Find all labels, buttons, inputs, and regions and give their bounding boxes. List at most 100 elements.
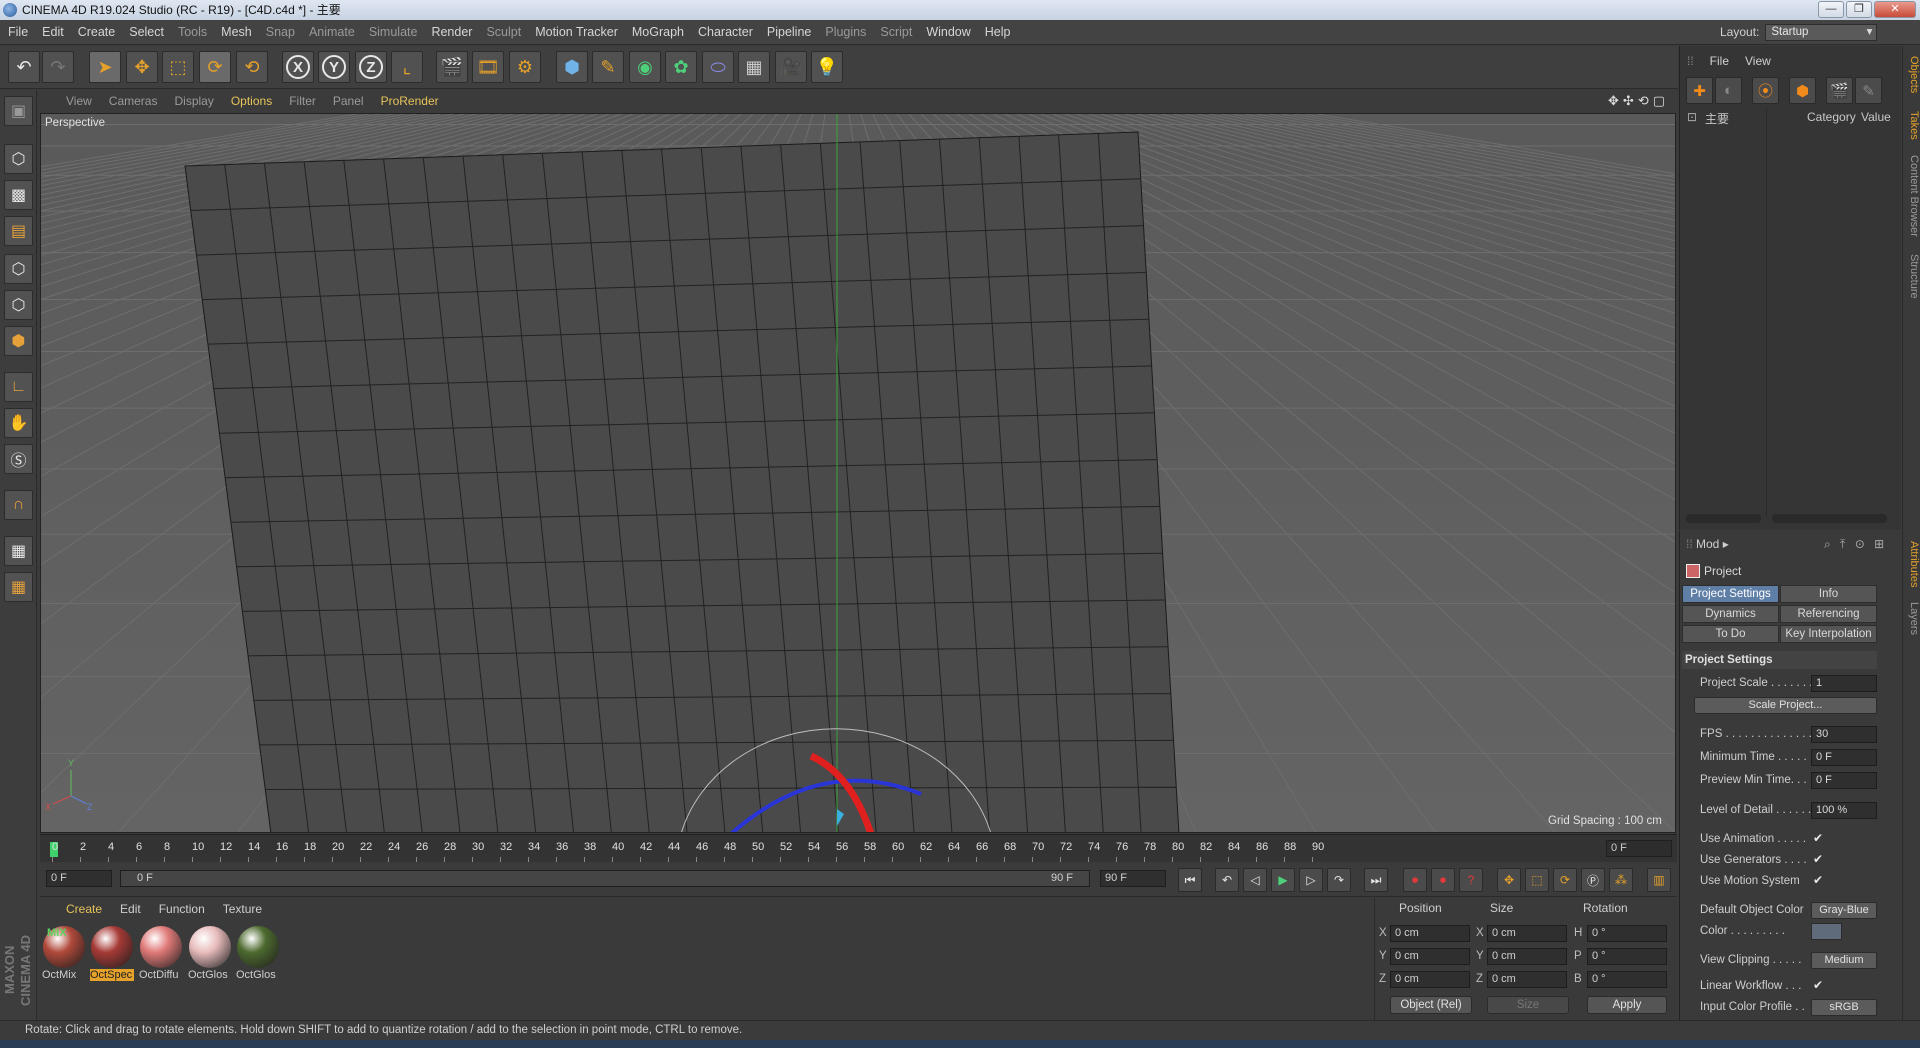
menu-motion-tracker[interactable]: Motion Tracker (535, 25, 618, 39)
enable-axis-icon[interactable]: ∟ (4, 372, 33, 402)
menu-mograph[interactable]: MoGraph (632, 25, 684, 39)
material-menu-texture[interactable]: Texture (223, 902, 262, 916)
minimize-button[interactable]: — (1818, 1, 1844, 18)
side-tab-takes[interactable]: Takes (1902, 104, 1920, 146)
planar-workplane-icon[interactable]: ▦ (4, 572, 33, 602)
menu-animate[interactable]: Animate (309, 25, 355, 39)
coord-mode-dropdown[interactable]: Object (Rel) (1390, 996, 1472, 1014)
linear-workflow-checkbox[interactable]: ✔ (1813, 978, 1823, 992)
timeline-ruler[interactable]: 0 2 4 6 8 10 12 14 16 18 20 22 24 26 28 30 32 34 36 38 40 42 4… (40, 834, 1677, 862)
next-key-icon[interactable]: ↷ (1327, 868, 1351, 892)
menu-script[interactable]: Script (880, 25, 912, 39)
viewport-menu-prorender[interactable]: ProRender (381, 94, 439, 108)
menu-plugins[interactable]: Plugins (825, 25, 866, 39)
tab-referencing[interactable]: Referencing (1780, 605, 1877, 623)
tree-expand-icon[interactable]: ⊡ (1687, 110, 1697, 124)
minimum-time-field[interactable]: 0 F (1811, 749, 1877, 766)
workplane-lock-icon[interactable]: ▦ (4, 536, 33, 566)
take-main-item[interactable]: 主要 (1705, 110, 1729, 127)
object-menu-file[interactable]: File (1710, 54, 1729, 68)
use-generators-checkbox[interactable]: ✔ (1813, 852, 1823, 866)
texture-mode-icon[interactable]: ▩ (4, 180, 33, 210)
coord-apply-button[interactable]: Apply (1587, 996, 1667, 1014)
object-menu-view[interactable]: View (1745, 54, 1771, 68)
material-swatch[interactable]: OctGlos (236, 925, 280, 985)
material-menu-function[interactable]: Function (159, 902, 205, 916)
takes-add-icon[interactable]: ✚ (1686, 77, 1713, 104)
snap-magnet-icon[interactable]: ∩ (4, 490, 33, 520)
override-icon[interactable]: ⦿ (1752, 77, 1779, 104)
menu-window[interactable]: Window (926, 25, 970, 39)
render-picture-viewer-icon[interactable]: 🎞 (472, 51, 504, 83)
perspective-viewport[interactable]: Y X Z (40, 113, 1676, 833)
scale-icon[interactable]: ⬚ (162, 51, 194, 83)
material-swatch[interactable]: OctGlos (188, 925, 232, 985)
render-settings-icon[interactable]: ⚙ (509, 51, 541, 83)
close-button[interactable]: ✕ (1874, 1, 1916, 18)
record-rotation-icon[interactable]: ⟳ (1553, 868, 1577, 892)
menu-snap[interactable]: Snap (266, 25, 295, 39)
take-render-icon[interactable]: 🎬 (1826, 77, 1853, 104)
attribute-nav-icons[interactable]: ⌕ ⤒ ⊙ ⊞ (1824, 537, 1887, 552)
fps-field[interactable]: 30 (1811, 726, 1877, 743)
timeline-end-frame-field[interactable]: 0 F (1606, 840, 1672, 857)
side-tab-objects[interactable]: Objects (1902, 46, 1920, 104)
record-parameter-icon[interactable]: Ⓟ (1581, 868, 1605, 892)
keyframe-selection-icon[interactable]: ? (1459, 868, 1483, 892)
tab-to-do[interactable]: To Do (1682, 625, 1779, 643)
side-tab-layers[interactable]: Layers (1902, 597, 1920, 641)
coord-size-x-field[interactable]: 0 cm (1487, 925, 1567, 942)
pen-spline-icon[interactable]: ✎ (592, 51, 624, 83)
viewport-menu-display[interactable]: Display (174, 94, 213, 108)
live-selection-icon[interactable]: ➤ (89, 51, 121, 83)
color-swatch[interactable] (1811, 923, 1842, 940)
workplane-mode-icon[interactable]: ▤ (4, 216, 33, 246)
play-forward-icon[interactable]: ▶ (1271, 868, 1295, 892)
record-point-level-icon[interactable]: ⁂ (1609, 868, 1633, 892)
coord-position-x-field[interactable]: 0 cm (1390, 925, 1470, 942)
next-frame-icon[interactable]: ▷ (1299, 868, 1323, 892)
scale-project-button[interactable]: Scale Project... (1694, 697, 1877, 714)
viewport-menu-options[interactable]: Options (231, 94, 272, 108)
viewport-menu-panel[interactable]: Panel (333, 94, 364, 108)
solo-mode-icon[interactable]: Ⓢ (4, 444, 33, 474)
tab-dynamics[interactable]: Dynamics (1682, 605, 1779, 623)
move-icon[interactable]: ✥ (126, 51, 158, 83)
input-color-profile-dropdown[interactable]: sRGB (1811, 999, 1877, 1016)
coordinate-system-icon[interactable]: ⌞ (391, 51, 423, 83)
tab-info[interactable]: Info (1780, 585, 1877, 603)
attribute-mode-menu[interactable]: ⁞⁞ Mod ▸ (1686, 537, 1729, 551)
viewport-menu-filter[interactable]: Filter (289, 94, 316, 108)
coord-position-z-field[interactable]: 0 cm (1390, 971, 1470, 988)
coord-rotation-p-field[interactable]: 0 ° (1587, 948, 1667, 965)
coord-size-z-field[interactable]: 0 cm (1487, 971, 1567, 988)
level-of-detail-field[interactable]: 100 % (1811, 802, 1877, 819)
go-to-start-icon[interactable]: ⏮ (1178, 868, 1202, 892)
tweak-mode-icon[interactable]: ✋ (4, 408, 33, 438)
menu-render[interactable]: Render (431, 25, 472, 39)
y-axis-lock-icon[interactable]: Y (318, 51, 350, 83)
preview-min-time-field[interactable]: 0 F (1811, 772, 1877, 789)
render-view-icon[interactable]: 🎬 (436, 51, 468, 83)
menu-create[interactable]: Create (78, 25, 116, 39)
current-frame-field[interactable]: 0 F (46, 870, 112, 887)
edges-mode-icon[interactable]: ⬡ (4, 290, 33, 320)
viewport-navigation-icons[interactable]: ✥✣⟲▢ (1608, 93, 1669, 109)
record-position-icon[interactable]: ✥ (1497, 868, 1521, 892)
horizontal-scrollbar-left[interactable] (1686, 514, 1761, 523)
recent-tool-icon[interactable]: ⟲ (236, 51, 268, 83)
floor-icon[interactable]: ▦ (738, 51, 770, 83)
use-animation-checkbox[interactable]: ✔ (1813, 831, 1823, 845)
menu-pipeline[interactable]: Pipeline (767, 25, 811, 39)
default-object-color-dropdown[interactable]: Gray-Blue (1811, 902, 1877, 919)
project-scale-field[interactable]: 1 (1811, 675, 1877, 692)
coord-size-mode-dropdown[interactable]: Size (1487, 996, 1569, 1014)
make-editable-icon[interactable]: ▣ (4, 96, 33, 126)
go-to-end-icon[interactable]: ⏭ (1364, 868, 1388, 892)
menu-character[interactable]: Character (698, 25, 753, 39)
rotate-icon[interactable]: ⟳ (199, 51, 231, 83)
coord-rotation-b-field[interactable]: 0 ° (1587, 971, 1667, 988)
menu-tools[interactable]: Tools (178, 25, 207, 39)
coord-rotation-h-field[interactable]: 0 ° (1587, 925, 1667, 942)
view-clipping-dropdown[interactable]: Medium (1811, 952, 1877, 969)
